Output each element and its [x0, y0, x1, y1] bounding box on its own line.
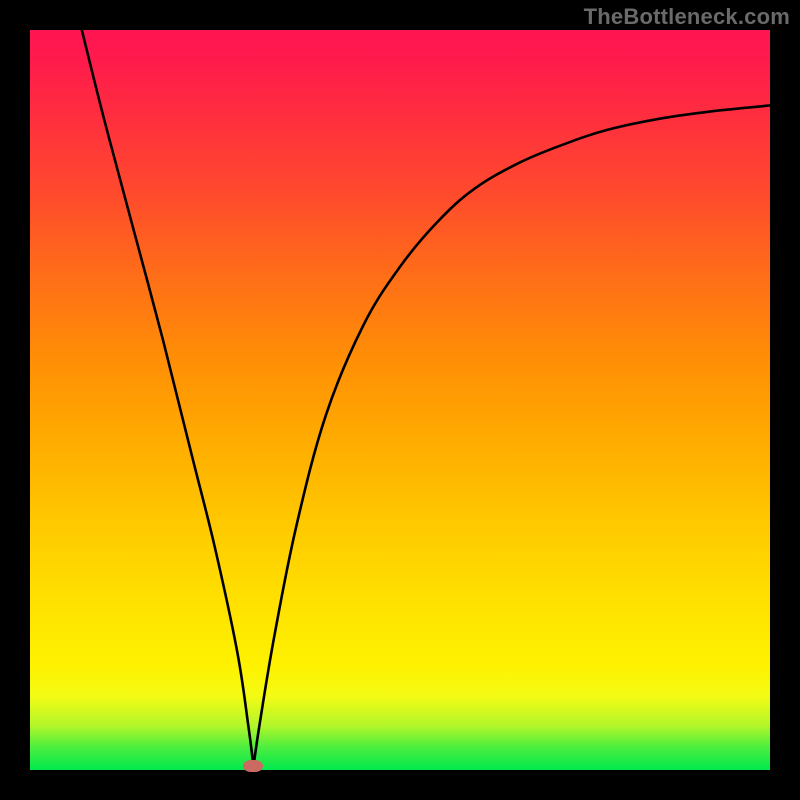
bottleneck-curve [82, 30, 770, 766]
plot-area [30, 30, 770, 770]
optimum-marker [243, 760, 263, 772]
curve-svg [30, 30, 770, 770]
chart-frame: TheBottleneck.com [0, 0, 800, 800]
watermark-text: TheBottleneck.com [584, 4, 790, 30]
